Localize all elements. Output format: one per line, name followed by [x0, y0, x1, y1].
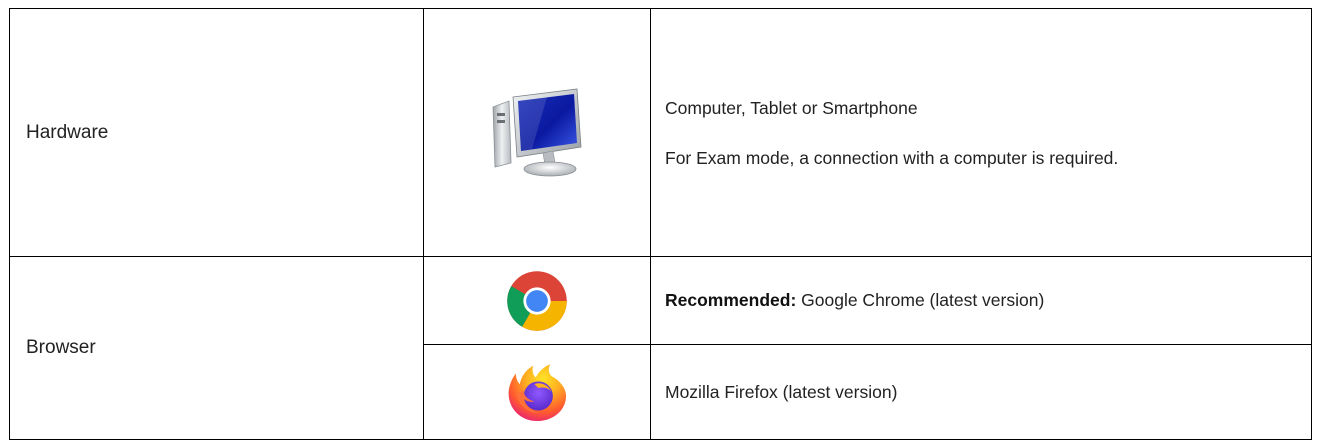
firefox-description: Mozilla Firefox (latest version)	[650, 344, 1312, 440]
exam-mode-note: For Exam mode, a connection with a compu…	[665, 147, 1119, 168]
hardware-label: Hardware	[9, 8, 424, 257]
firefox-icon	[508, 364, 567, 422]
desktop-computer-icon	[492, 88, 582, 176]
chrome-icon-cell	[423, 256, 651, 345]
system-requirements-table: Hardware Computer, Tablet or Smartphone …	[9, 8, 1312, 440]
hardware-row: Hardware Computer, Tablet or Smartphone …	[9, 8, 1312, 257]
hardware-devices-text: Computer, Tablet or Smartphone	[665, 97, 918, 118]
chrome-icon	[507, 270, 567, 331]
browser-row-chrome: Browser Recommended: Google Chrome (late…	[9, 256, 1312, 440]
firefox-icon-cell	[423, 344, 651, 440]
chrome-text: Google Chrome (latest version)	[796, 290, 1045, 310]
browser-label: Browser	[9, 256, 424, 440]
hardware-icon-cell	[423, 8, 651, 257]
chrome-description: Recommended: Google Chrome (latest versi…	[650, 256, 1312, 345]
hardware-description: Computer, Tablet or Smartphone For Exam …	[650, 8, 1312, 257]
recommended-label: Recommended:	[665, 290, 797, 310]
